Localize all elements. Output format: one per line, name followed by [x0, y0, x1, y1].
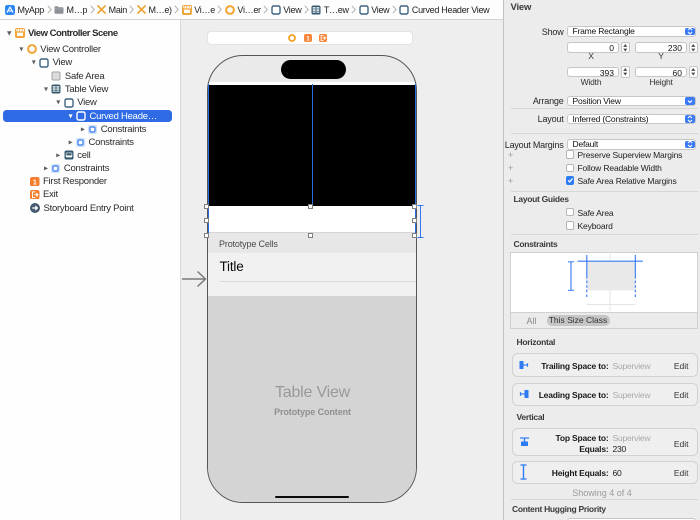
svg-text:1: 1 — [33, 178, 37, 186]
